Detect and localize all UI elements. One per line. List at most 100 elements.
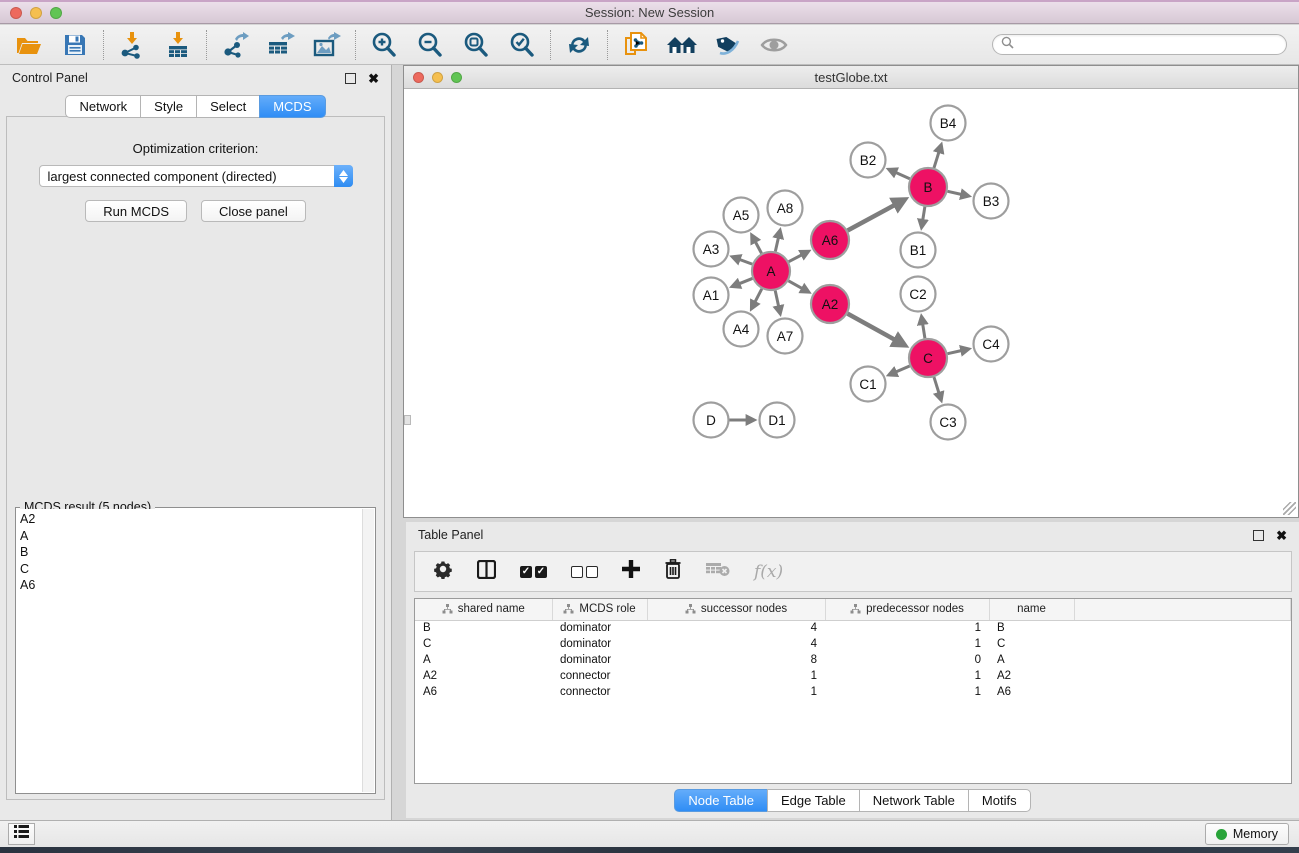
zoom-selected-button[interactable] xyxy=(507,30,537,60)
node-C2[interactable]: C2 xyxy=(901,277,936,312)
network-view-window: testGlobe.txt B4B2BB3A5A8A6A3B1AA1C2A2A4… xyxy=(403,65,1299,518)
mcds-result-item[interactable]: A6 xyxy=(20,577,362,594)
tab-select[interactable]: Select xyxy=(196,95,259,118)
edge-A-A3 xyxy=(740,259,753,264)
window-resize-grip[interactable] xyxy=(1283,502,1296,515)
tab-style[interactable]: Style xyxy=(140,95,196,118)
node-A1[interactable]: A1 xyxy=(694,278,729,313)
table-cell: A xyxy=(415,652,552,668)
table-settings-button[interactable] xyxy=(433,559,453,584)
network-canvas[interactable]: B4 B2 B B3 A5 A8A6 A3 B1 A A1 C2 A2 A4 A7 C4 C C1 C3 D D1 xyxy=(404,90,1298,517)
mcds-result-item[interactable]: C xyxy=(20,561,362,578)
mcds-result-item[interactable]: A xyxy=(20,528,362,545)
close-window-button[interactable] xyxy=(10,7,22,19)
node-D1[interactable]: D1 xyxy=(760,403,795,438)
run-mcds-button[interactable]: Run MCDS xyxy=(85,200,187,222)
splitter-grip[interactable] xyxy=(404,415,411,425)
node-C3[interactable]: C3 xyxy=(931,405,966,440)
node-A7[interactable]: A7 xyxy=(768,319,803,354)
show-columns-button[interactable] xyxy=(477,560,496,584)
zoom-window-button[interactable] xyxy=(50,7,62,19)
node-A5[interactable]: A5 xyxy=(724,198,759,233)
export-table-button[interactable] xyxy=(266,30,296,60)
table-row[interactable]: Adominator80A xyxy=(415,652,1291,668)
mcds-result-item[interactable]: A2 xyxy=(20,511,362,528)
minimize-window-button[interactable] xyxy=(30,7,42,19)
label-tag-button[interactable] xyxy=(713,30,743,60)
table-tabs: Node TableEdge TableNetwork TableMotifs xyxy=(406,789,1299,812)
node-C1[interactable]: C1 xyxy=(851,367,886,402)
double-home-icon xyxy=(666,34,698,56)
memory-button[interactable]: Memory xyxy=(1205,823,1289,845)
table-cell: 4 xyxy=(647,620,825,636)
mcds-result-item[interactable]: B xyxy=(20,544,362,561)
hide-all-columns-button[interactable] xyxy=(571,566,598,578)
node-D[interactable]: D xyxy=(694,403,729,438)
eye-button xyxy=(759,30,789,60)
table-row[interactable]: A2connector11A2 xyxy=(415,668,1291,684)
node-A6[interactable]: A6 xyxy=(811,221,849,259)
node-A4[interactable]: A4 xyxy=(724,312,759,347)
node-B1[interactable]: B1 xyxy=(901,233,936,268)
node-A2[interactable]: A2 xyxy=(811,285,849,323)
zoom-out-button[interactable] xyxy=(415,30,445,60)
column-header-successor-nodes[interactable]: successor nodes xyxy=(647,599,825,620)
node-A3[interactable]: A3 xyxy=(694,232,729,267)
double-home-button[interactable] xyxy=(667,30,697,60)
column-header-shared-name[interactable]: shared name xyxy=(415,599,552,620)
save-session-button[interactable] xyxy=(60,30,90,60)
task-history-button[interactable] xyxy=(8,823,35,845)
table-cell: C xyxy=(415,636,552,652)
float-panel-button[interactable] xyxy=(345,73,356,84)
table-row[interactable]: A6connector11A6 xyxy=(415,684,1291,700)
close-table-panel-button[interactable]: ✖ xyxy=(1276,530,1287,541)
search-icon xyxy=(1001,36,1014,54)
network-close-button[interactable] xyxy=(413,72,424,83)
node-B4[interactable]: B4 xyxy=(931,106,966,141)
close-panel-button-2[interactable]: Close panel xyxy=(201,200,306,222)
export-network-icon xyxy=(221,32,249,58)
mcds-list-scrollbar[interactable] xyxy=(362,509,374,792)
tab-node-table[interactable]: Node Table xyxy=(674,789,767,812)
clone-network-button[interactable] xyxy=(621,30,651,60)
delete-column-button[interactable] xyxy=(664,559,682,584)
export-image-button[interactable] xyxy=(312,30,342,60)
node-C4[interactable]: C4 xyxy=(974,327,1009,362)
export-network-button[interactable] xyxy=(220,30,250,60)
node-A[interactable]: A xyxy=(752,252,790,290)
table-row[interactable]: Cdominator41C xyxy=(415,636,1291,652)
tab-edge-table[interactable]: Edge Table xyxy=(767,789,859,812)
edge-A-A7 xyxy=(775,291,778,307)
criterion-select[interactable]: largest connected component (directed) xyxy=(39,165,353,187)
memory-status-icon xyxy=(1216,829,1227,840)
network-zoom-button[interactable] xyxy=(451,72,462,83)
tab-network-table[interactable]: Network Table xyxy=(859,789,968,812)
node-C[interactable]: C xyxy=(909,339,947,377)
table-row[interactable]: Bdominator41B xyxy=(415,620,1291,636)
zoom-in-button[interactable] xyxy=(369,30,399,60)
tab-network[interactable]: Network xyxy=(65,95,140,118)
node-A8[interactable]: A8 xyxy=(768,191,803,226)
search-input[interactable] xyxy=(1019,38,1278,52)
float-table-panel-button[interactable] xyxy=(1253,530,1264,541)
column-header-mcds-role[interactable]: MCDS role xyxy=(552,599,647,620)
import-network-button[interactable] xyxy=(117,30,147,60)
import-table-button[interactable] xyxy=(163,30,193,60)
zoom-fit-button[interactable] xyxy=(461,30,491,60)
close-panel-button[interactable]: ✖ xyxy=(368,73,379,84)
select-all-columns-button[interactable]: ✓✓ xyxy=(520,566,547,578)
tab-motifs[interactable]: Motifs xyxy=(968,789,1031,812)
search-field[interactable] xyxy=(992,34,1287,55)
node-B[interactable]: B xyxy=(909,168,947,206)
node-B3[interactable]: B3 xyxy=(974,184,1009,219)
svg-text:A5: A5 xyxy=(733,208,750,223)
node-B2[interactable]: B2 xyxy=(851,143,886,178)
column-header-name[interactable]: name xyxy=(989,599,1074,620)
refresh-button[interactable] xyxy=(564,30,594,60)
tab-mcds[interactable]: MCDS xyxy=(259,95,325,118)
create-column-button[interactable] xyxy=(622,560,640,583)
network-minimize-button[interactable] xyxy=(432,72,443,83)
column-header-predecessor-nodes[interactable]: predecessor nodes xyxy=(825,599,989,620)
window-title: Session: New Session xyxy=(0,5,1299,20)
open-session-button[interactable] xyxy=(14,30,44,60)
